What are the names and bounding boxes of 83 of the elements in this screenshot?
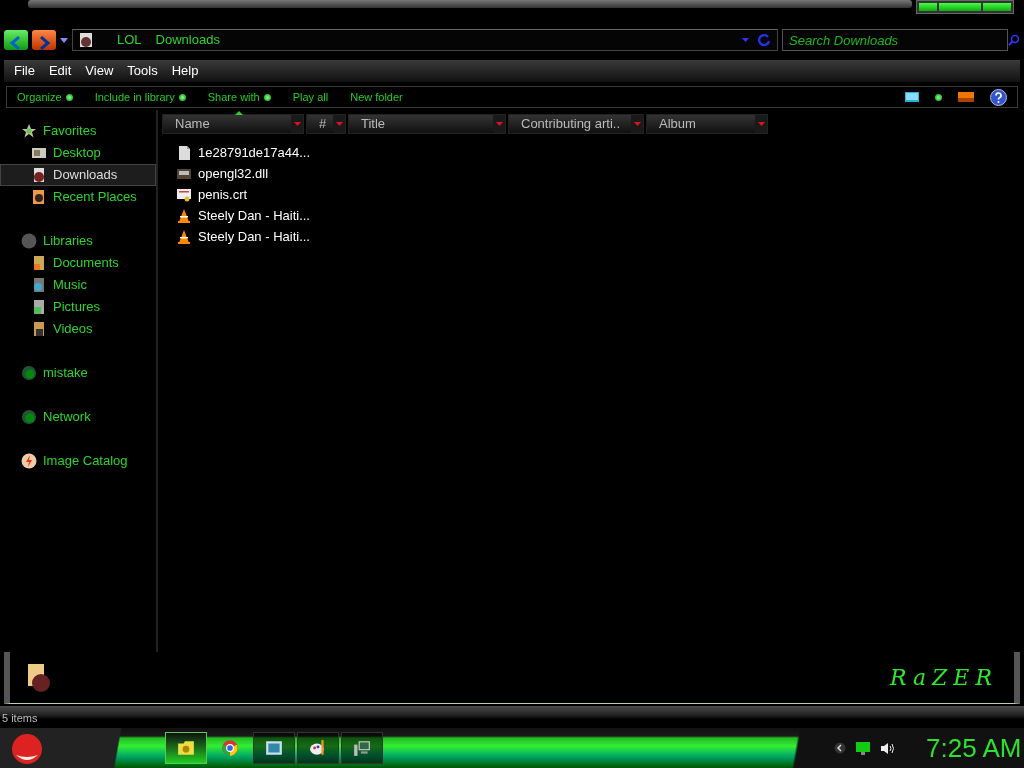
dropdown-arrow-icon[interactable]: [633, 122, 641, 126]
toolbar-button[interactable]: Play all: [292, 88, 329, 106]
address-bar[interactable]: LOL Downloads: [72, 29, 778, 51]
menu-item[interactable]: Edit: [42, 61, 80, 81]
document-icon: [31, 255, 47, 271]
file-name[interactable]: opengl32.dll: [198, 163, 269, 184]
column-header[interactable]: Album: [646, 114, 768, 134]
desktop-icon: [31, 145, 47, 161]
sidebar-item[interactable]: Network: [0, 406, 156, 428]
sidebar-item[interactable]: Image Catalog: [0, 450, 156, 472]
lightning-icon: [21, 453, 37, 469]
sidebar-item[interactable]: Music: [0, 274, 156, 296]
sidebar-item[interactable]: Desktop: [0, 142, 156, 164]
video-icon: [31, 321, 47, 337]
column-header[interactable]: Name: [162, 114, 304, 134]
volume-icon[interactable]: [880, 741, 896, 755]
recent-icon: [31, 189, 47, 205]
downloads-icon: [31, 167, 47, 183]
clock: 7:25 AM: [926, 731, 1022, 765]
help-icon[interactable]: [990, 88, 1007, 106]
menu-item[interactable]: View: [79, 61, 122, 81]
sidebar-item[interactable]: Recent Places: [0, 186, 156, 208]
orb-icon: [21, 409, 37, 425]
breadcrumb[interactable]: LOL: [117, 30, 142, 50]
sidebar-item[interactable]: Libraries: [0, 230, 156, 252]
dropdown-arrow-icon[interactable]: [60, 37, 68, 43]
sidebar-item[interactable]: Pictures: [0, 296, 156, 318]
file-name[interactable]: Steely Dan - Haiti...: [198, 226, 310, 247]
status-text: 5 items: [2, 710, 38, 726]
dropdown-arrow-icon[interactable]: [335, 122, 343, 126]
cone-icon: [176, 207, 192, 224]
dropdown-arrow-icon[interactable]: [495, 122, 503, 126]
star-icon: [21, 123, 37, 139]
dropdown-arrow-icon[interactable]: [742, 38, 749, 42]
toolbar-button[interactable]: Organize: [17, 88, 73, 106]
forward-button[interactable]: [32, 30, 56, 50]
computer-icon: [353, 739, 371, 757]
search-icon[interactable]: [1008, 34, 1020, 46]
toolbar-button[interactable]: New folder: [350, 88, 403, 106]
folder-icon: [177, 739, 195, 757]
sidebar-item[interactable]: Videos: [0, 318, 156, 340]
orb-icon: [21, 365, 37, 381]
music-icon: [31, 277, 47, 293]
menu-item[interactable]: Tools: [121, 61, 166, 81]
dropdown-arrow-icon[interactable]: [757, 122, 765, 126]
taskbar-button[interactable]: [165, 732, 207, 764]
sidebar-item[interactable]: mistake: [0, 362, 156, 384]
file-name[interactable]: penis.crt: [198, 184, 248, 205]
refresh-icon[interactable]: [757, 33, 771, 47]
file-icon: [176, 144, 192, 161]
menu-item[interactable]: File: [8, 61, 43, 81]
menu-item[interactable]: Help: [165, 61, 207, 81]
view-options-icon[interactable]: [935, 93, 942, 101]
toolbar-button[interactable]: Share with: [207, 88, 271, 106]
taskbar-button[interactable]: [297, 732, 339, 764]
photo-icon: [265, 739, 283, 757]
sidebar-item[interactable]: Documents: [0, 252, 156, 274]
back-button[interactable]: [4, 30, 28, 50]
column-header[interactable]: Title: [348, 114, 506, 134]
start-button[interactable]: [10, 731, 44, 765]
brand-logo: RaZER: [889, 664, 998, 692]
breadcrumb[interactable]: Downloads: [155, 30, 220, 50]
search-field[interactable]: Search Downloads: [782, 29, 1008, 51]
toolbar-button[interactable]: Include in library: [94, 88, 186, 106]
network-icon[interactable]: [856, 741, 870, 755]
browser-icon: [221, 739, 239, 757]
sidebar-item[interactable]: Downloads: [0, 164, 156, 186]
sidebar-item[interactable]: Favorites: [0, 120, 156, 142]
monitor-icon[interactable]: [905, 91, 919, 103]
picture-icon: [31, 299, 47, 315]
column-header[interactable]: #: [306, 114, 346, 134]
folder-icon: [79, 32, 93, 48]
file-name[interactable]: Steely Dan - Haiti...: [198, 205, 310, 226]
folder-icon: [26, 662, 52, 693]
taskbar-button[interactable]: [341, 732, 383, 764]
library-icon: [21, 233, 37, 249]
palette-icon: [309, 739, 327, 757]
cone-icon: [176, 228, 192, 245]
file-name[interactable]: 1e28791de17a44...: [198, 142, 311, 163]
dropdown-arrow-icon[interactable]: [293, 122, 301, 126]
certificate-icon: [176, 186, 192, 203]
column-header[interactable]: Contributing arti..: [508, 114, 644, 134]
taskbar-button[interactable]: [253, 732, 295, 764]
